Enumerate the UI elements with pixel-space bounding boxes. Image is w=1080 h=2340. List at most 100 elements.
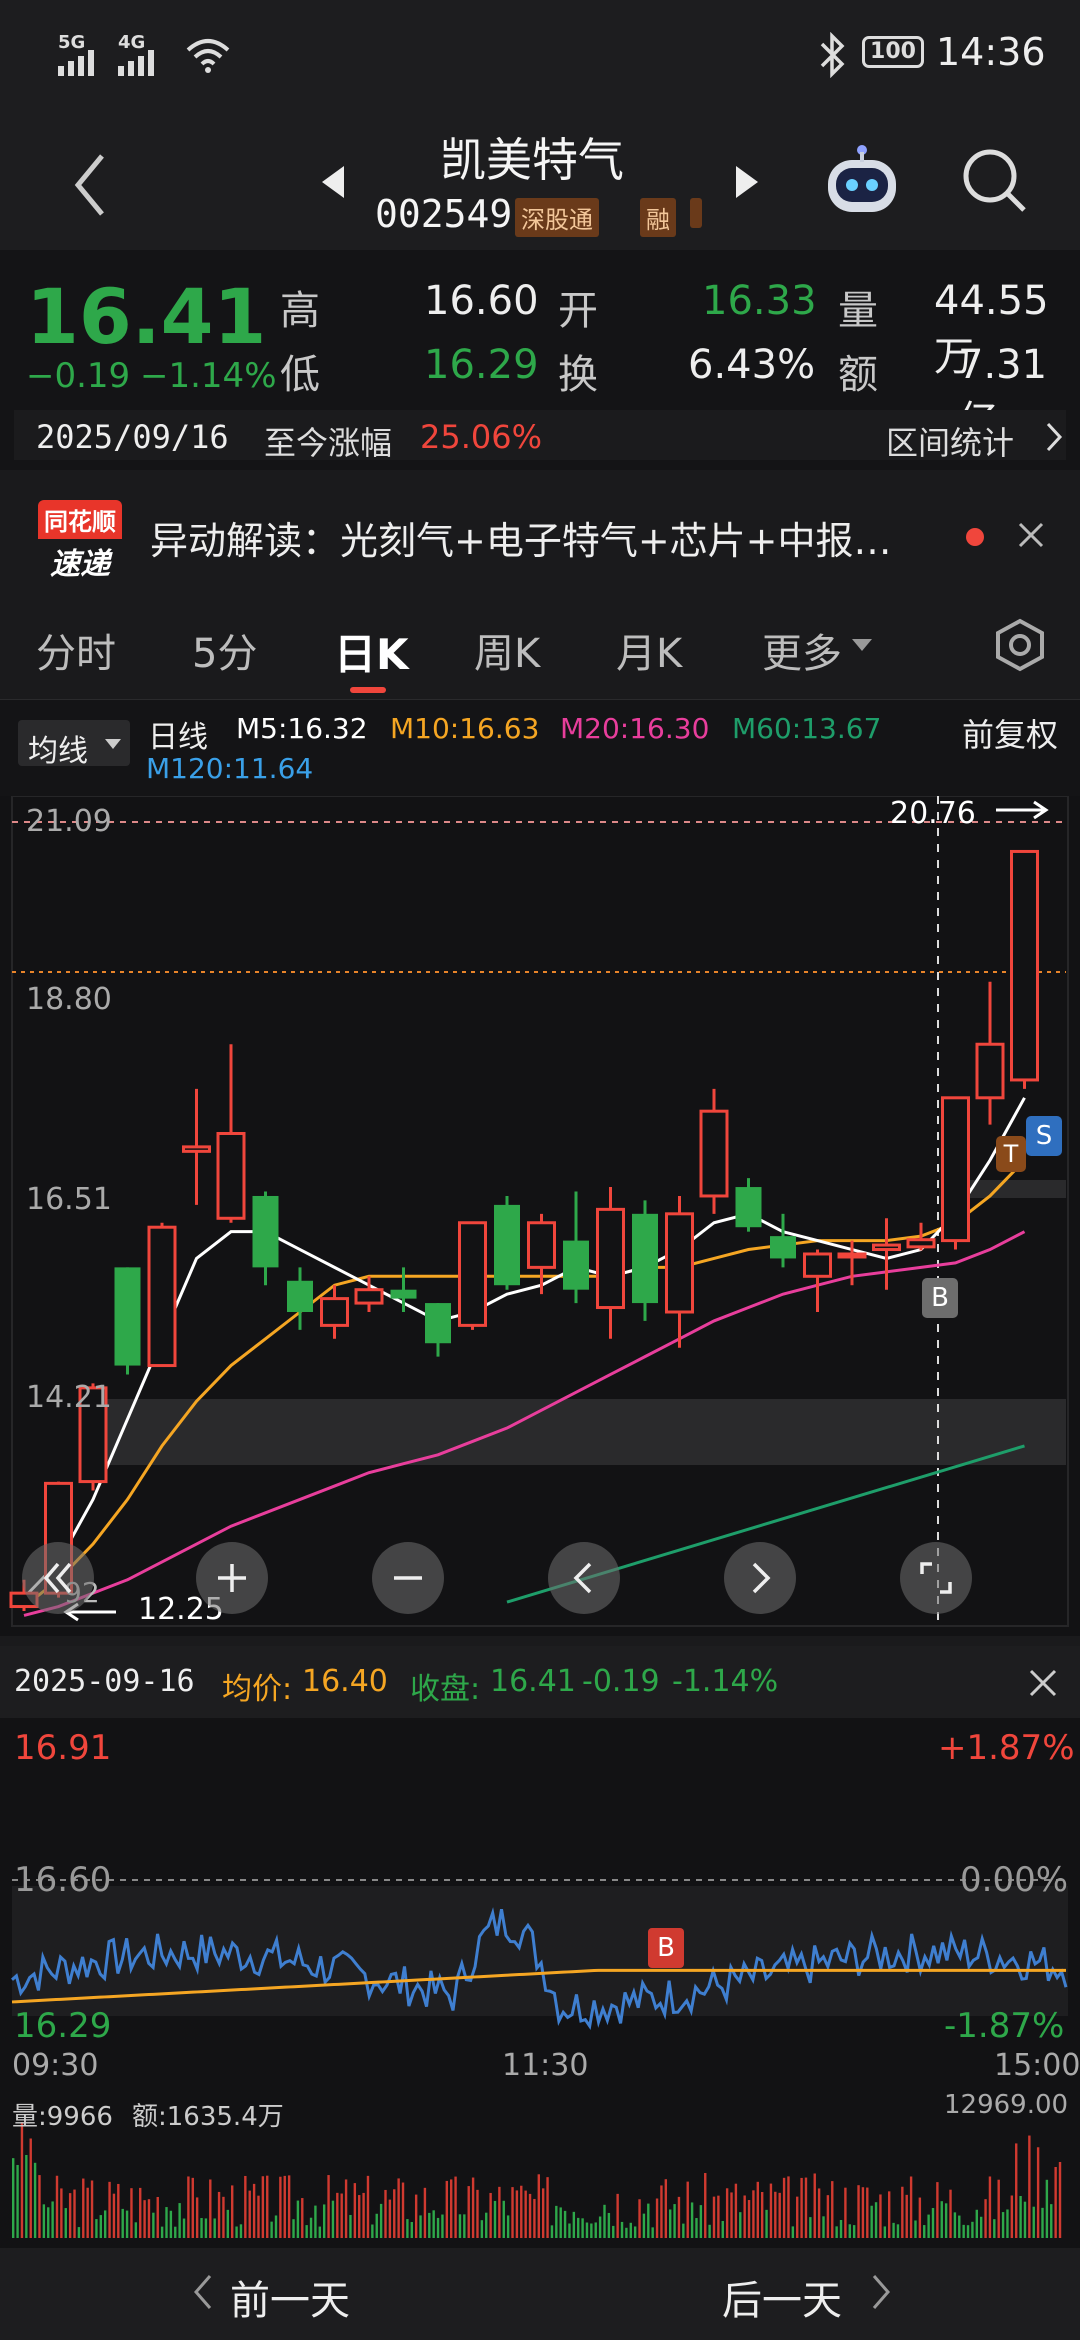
- candle-body[interactable]: [975, 1042, 1005, 1100]
- volume-bar: [239, 2224, 243, 2238]
- intraday-chart-area[interactable]: 16.91 +1.87% 16.60 0.00% 16.29 -1.87% 09…: [0, 1718, 1080, 2088]
- tab-monthly-k[interactable]: 月K: [616, 621, 682, 679]
- tab-more[interactable]: 更多: [762, 621, 842, 679]
- volume-bar: [204, 2218, 208, 2238]
- ma-m60: M60:13.67: [732, 712, 882, 745]
- volume-bar: [463, 2214, 466, 2238]
- candle-body[interactable]: [563, 1240, 589, 1290]
- volume-bar: [979, 2216, 983, 2238]
- candle-body[interactable]: [425, 1303, 451, 1344]
- volume-bar: [450, 2179, 453, 2238]
- scroll-right-button[interactable]: [724, 1542, 796, 1614]
- quote-panel: 16.41 −0.19 −1.14% 高 16.60 低 16.29 开 16.…: [0, 250, 1080, 470]
- candle-body[interactable]: [596, 1207, 625, 1310]
- badge-connect: 深股通: [515, 198, 599, 237]
- candle-body[interactable]: [287, 1280, 313, 1313]
- fullscreen-button[interactable]: [900, 1542, 972, 1614]
- volume-chart-area: 量:9966 额:1635.4万 12969.00: [0, 2088, 1080, 2248]
- tab-weekly-k[interactable]: 周K: [474, 621, 540, 679]
- volume-bar: [384, 2189, 387, 2238]
- candle-body[interactable]: [252, 1195, 279, 1268]
- search-icon[interactable]: [960, 146, 1030, 220]
- volume-bar: [747, 2200, 751, 2238]
- t-marker[interactable]: T: [996, 1136, 1026, 1172]
- info-close-change: -0.19: [582, 1664, 660, 1699]
- volume-bar: [1023, 2201, 1027, 2238]
- volume-bar: [51, 2201, 54, 2238]
- close-intraday-icon[interactable]: [1028, 1668, 1058, 1702]
- volume-bar: [949, 2189, 952, 2238]
- settings-hexagon-icon[interactable]: [992, 617, 1048, 677]
- candle-body[interactable]: [906, 1238, 936, 1249]
- candle-body[interactable]: [527, 1221, 556, 1269]
- tab-5min[interactable]: 5分: [192, 621, 257, 679]
- candle-body[interactable]: [114, 1267, 141, 1366]
- volume-bar: [213, 2218, 216, 2238]
- volume-bar: [152, 2212, 155, 2238]
- volume-bar: [988, 2176, 992, 2238]
- volume-bar: [997, 2179, 1000, 2238]
- tab-intraday[interactable]: 分时: [36, 621, 116, 679]
- intraday-mid-price: 16.60: [14, 1860, 112, 1900]
- range-row[interactable]: 2025/09/16 至今涨幅 25.06% 区间统计: [14, 410, 1066, 462]
- scroll-left-fast-button[interactable]: [22, 1542, 94, 1614]
- volume-bar: [182, 2218, 186, 2238]
- prev-stock-icon[interactable]: [318, 162, 348, 206]
- volume-bar: [511, 2187, 514, 2238]
- ma-selector[interactable]: 均线: [18, 720, 130, 769]
- volume-bar: [55, 2175, 59, 2238]
- volume-bar: [397, 2178, 400, 2238]
- candle-body[interactable]: [770, 1236, 796, 1259]
- kline-chart-area[interactable]: 21.09 18.80 16.51 14.21 20.76 12.25 92 B…: [0, 796, 1080, 1636]
- candle-body[interactable]: [216, 1131, 246, 1220]
- candle-body[interactable]: [941, 1096, 970, 1243]
- volume-bar: [734, 2183, 738, 2238]
- close-icon[interactable]: [1016, 520, 1046, 554]
- volume-bar: [379, 2203, 383, 2238]
- candle-body[interactable]: [1010, 849, 1039, 1082]
- buy-marker[interactable]: B: [922, 1278, 958, 1318]
- candle-body[interactable]: [632, 1213, 658, 1304]
- sell-marker[interactable]: S: [1026, 1116, 1062, 1156]
- zoom-in-button[interactable]: [196, 1542, 268, 1614]
- volume-bar: [826, 2195, 830, 2238]
- low-label: 低: [280, 352, 320, 398]
- tab-daily-k[interactable]: 日K: [334, 621, 409, 682]
- robot-assistant-icon[interactable]: [824, 142, 900, 222]
- back-icon[interactable]: [70, 150, 110, 224]
- candle-body[interactable]: [837, 1252, 867, 1259]
- candle-body[interactable]: [458, 1221, 487, 1327]
- volume-bar: [603, 2204, 606, 2238]
- volume-bar: [958, 2215, 961, 2238]
- candle-body[interactable]: [735, 1187, 762, 1228]
- news-bar[interactable]: 同花顺 速递 异动解读：光刻气+电子特气+芯片+中报…: [0, 480, 1080, 590]
- volume-bar: [883, 2226, 887, 2238]
- kline-chart[interactable]: [0, 796, 1080, 1636]
- candle-body[interactable]: [147, 1225, 177, 1368]
- candle-body[interactable]: [320, 1297, 349, 1327]
- volume-bar: [244, 2175, 247, 2238]
- volume-bar: [117, 2183, 120, 2238]
- candle-body[interactable]: [803, 1252, 832, 1278]
- scroll-left-button[interactable]: [548, 1542, 620, 1614]
- volume-bar: [476, 2189, 479, 2238]
- volume-bar: [993, 2219, 996, 2238]
- intraday-chart[interactable]: [0, 1718, 1080, 2088]
- candle-body[interactable]: [494, 1204, 520, 1286]
- candle-body[interactable]: [354, 1288, 384, 1305]
- adjust-mode-button[interactable]: 前复权: [962, 710, 1058, 756]
- candle-body[interactable]: [665, 1212, 694, 1314]
- candle-body[interactable]: [872, 1243, 901, 1252]
- candle-body[interactable]: [699, 1109, 729, 1198]
- volume-bar: [975, 2209, 978, 2238]
- zoom-out-button[interactable]: [372, 1542, 444, 1614]
- next-stock-icon[interactable]: [732, 162, 762, 206]
- volume-bar: [905, 2194, 908, 2238]
- signal-bars-icon: [58, 50, 106, 80]
- candle-body[interactable]: [182, 1145, 211, 1153]
- intraday-buy-marker[interactable]: B: [648, 1928, 684, 1968]
- candle-body[interactable]: [390, 1289, 417, 1299]
- open-value: 16.33: [702, 278, 817, 324]
- volume-bar: [1028, 2135, 1031, 2238]
- range-stats-button[interactable]: 区间统计: [886, 418, 1014, 464]
